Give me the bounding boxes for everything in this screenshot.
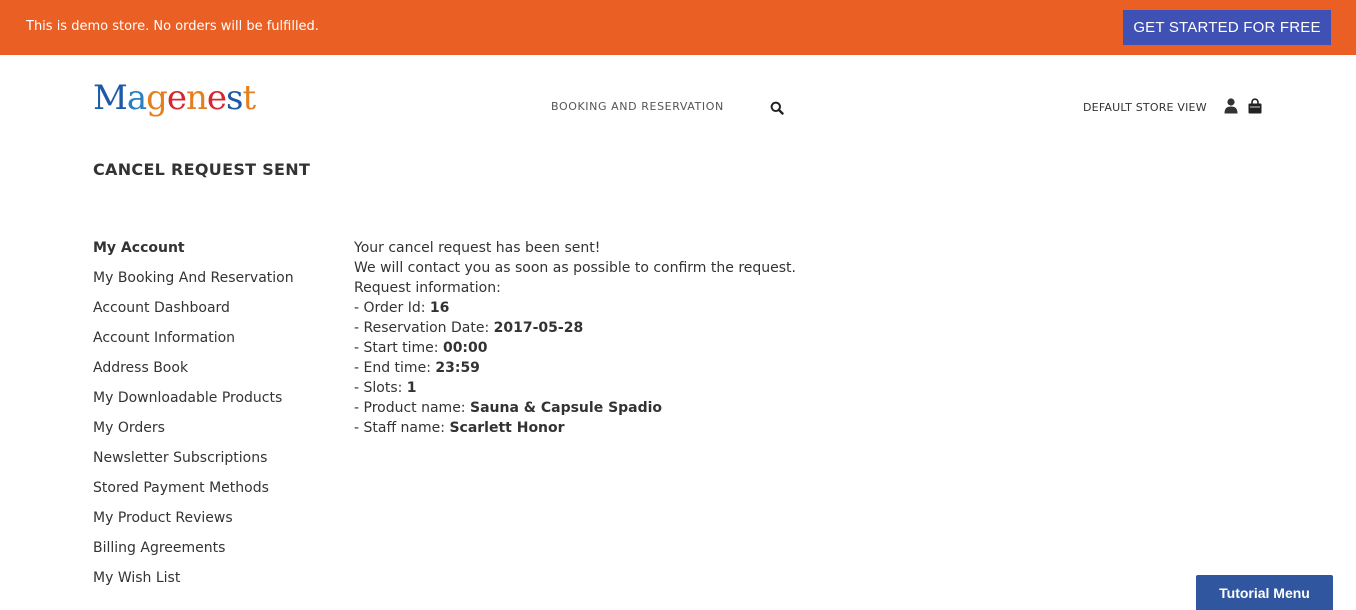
field-reservation-date: - Reservation Date: 2017-05-28 (354, 319, 954, 339)
account-sidebar: My Account My Booking And Reservation Ac… (93, 239, 333, 599)
sidebar-item-newsletter-subscriptions[interactable]: Newsletter Subscriptions (93, 449, 333, 479)
field-end-time: - End time: 23:59 (354, 359, 954, 379)
field-value: 16 (429, 300, 450, 316)
field-label: - Staff name: (354, 420, 450, 436)
sidebar-item-stored-payment-methods[interactable]: Stored Payment Methods (93, 479, 333, 509)
field-slots: - Slots: 1 (354, 379, 954, 399)
field-value: Sauna & Capsule Spadio (469, 400, 663, 416)
store-view-switcher[interactable]: DEFAULT STORE VIEW (1083, 101, 1207, 114)
field-label: - Reservation Date: (354, 320, 494, 336)
field-value: 00:00 (442, 340, 488, 356)
contact-message: We will contact you as soon as possible … (354, 260, 796, 276)
sidebar-item-my-wish-list[interactable]: My Wish List (93, 569, 333, 599)
site-header: Magenest BOOKING AND RESERVATION DEFAULT… (0, 55, 1356, 155)
sidebar-item-my-orders[interactable]: My Orders (93, 419, 333, 449)
field-value: Scarlett Honor (449, 420, 565, 436)
field-value: 2017-05-28 (493, 320, 584, 336)
field-label: - Product name: (354, 400, 470, 416)
sidebar-item-my-downloadable-products[interactable]: My Downloadable Products (93, 389, 333, 419)
tutorial-menu-button[interactable]: Tutorial Menu (1196, 575, 1333, 610)
field-staff-name: - Staff name: Scarlett Honor (354, 419, 954, 439)
sidebar-item-billing-agreements[interactable]: Billing Agreements (93, 539, 333, 569)
field-value: 23:59 (435, 360, 480, 376)
sidebar-item-my-booking-and-reservation[interactable]: My Booking And Reservation (93, 269, 333, 299)
page-title: CANCEL REQUEST SENT (93, 160, 311, 179)
field-label: - Order Id: (354, 300, 430, 316)
sidebar-item-address-book[interactable]: Address Book (93, 359, 333, 389)
sidebar-item-account-dashboard[interactable]: Account Dashboard (93, 299, 333, 329)
sidebar-item-account-information[interactable]: Account Information (93, 329, 333, 359)
magenest-logo[interactable]: Magenest (93, 81, 256, 115)
demo-notice-text: This is demo store. No orders will be fu… (26, 19, 319, 34)
request-information-heading: Request information: (354, 280, 501, 296)
field-product-name: - Product name: Sauna & Capsule Spadio (354, 399, 954, 419)
field-label: - End time: (354, 360, 436, 376)
get-started-button[interactable]: GET STARTED FOR FREE (1123, 10, 1331, 45)
user-icon[interactable] (1224, 98, 1238, 114)
demo-store-banner: This is demo store. No orders will be fu… (0, 0, 1356, 55)
sidebar-item-my-product-reviews[interactable]: My Product Reviews (93, 509, 333, 539)
search-icon[interactable] (770, 100, 784, 115)
cancel-request-message: Your cancel request has been sent! We wi… (354, 239, 954, 439)
confirmation-message: Your cancel request has been sent! (354, 240, 601, 256)
field-order-id: - Order Id: 16 (354, 299, 954, 319)
nav-booking-and-reservation[interactable]: BOOKING AND RESERVATION (551, 100, 724, 113)
sidebar-heading-my-account: My Account (93, 240, 185, 256)
cart-icon[interactable] (1247, 98, 1263, 114)
field-start-time: - Start time: 00:00 (354, 339, 954, 359)
field-label: - Start time: (354, 340, 443, 356)
field-label: - Slots: (354, 380, 407, 396)
field-value: 1 (406, 380, 417, 396)
